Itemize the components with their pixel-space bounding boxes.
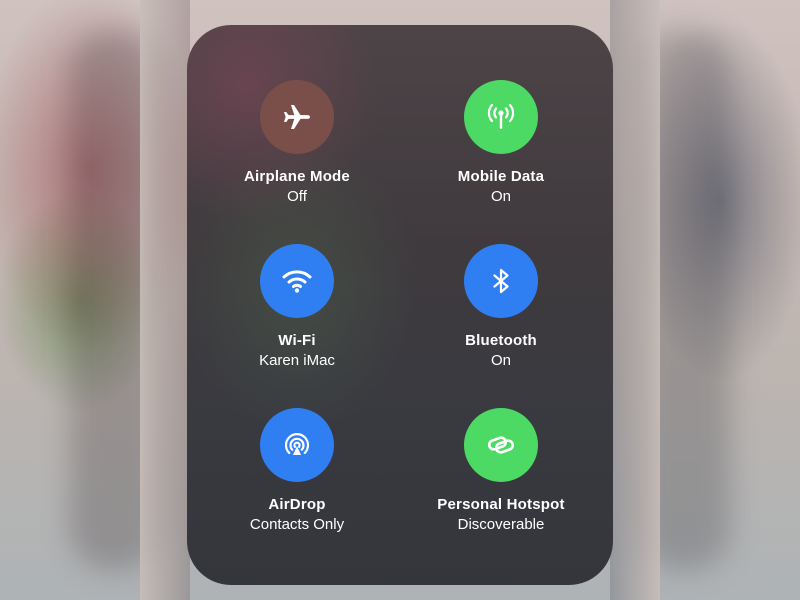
wifi-icon xyxy=(279,263,315,299)
airplane-mode-tile: Airplane Mode Off xyxy=(212,80,382,206)
wifi-tile: Wi-Fi Karen iMac xyxy=(212,244,382,370)
airplane-mode-button[interactable] xyxy=(260,80,334,154)
airplane-mode-label: Airplane Mode xyxy=(244,168,350,185)
mobile-data-status: On xyxy=(490,188,511,205)
bluetooth-label: Bluetooth xyxy=(465,332,537,349)
bluetooth-status: On xyxy=(490,352,511,369)
mobile-data-label: Mobile Data xyxy=(457,168,545,185)
wifi-button[interactable] xyxy=(260,244,334,318)
airdrop-tile: AirDrop Contacts Only xyxy=(212,408,382,534)
blurred-edge-right xyxy=(610,0,660,600)
airdrop-status: Contacts Only xyxy=(249,516,345,533)
mobile-data-tile: Mobile Data On xyxy=(416,80,586,206)
blurred-edge-left xyxy=(140,0,190,600)
antenna-icon xyxy=(483,99,519,135)
bluetooth-button[interactable] xyxy=(464,244,538,318)
screen-background: Airplane Mode Off Mobile Data On Wi-Fi K… xyxy=(0,0,800,600)
hotspot-link-icon xyxy=(483,427,519,463)
airplane-icon xyxy=(281,101,313,133)
wifi-label: Wi-Fi xyxy=(278,332,316,349)
personal-hotspot-button[interactable] xyxy=(464,408,538,482)
airdrop-icon xyxy=(279,427,315,463)
airdrop-button[interactable] xyxy=(260,408,334,482)
airplane-mode-status: Off xyxy=(287,188,307,205)
wifi-status: Karen iMac xyxy=(259,352,335,369)
personal-hotspot-label: Personal Hotspot xyxy=(437,496,565,513)
personal-hotspot-status: Discoverable xyxy=(457,516,545,533)
airdrop-label: AirDrop xyxy=(268,496,326,513)
connectivity-panel: Airplane Mode Off Mobile Data On Wi-Fi K… xyxy=(187,25,613,585)
mobile-data-button[interactable] xyxy=(464,80,538,154)
bluetooth-tile: Bluetooth On xyxy=(416,244,586,370)
personal-hotspot-tile: Personal Hotspot Discoverable xyxy=(416,408,586,534)
bluetooth-icon xyxy=(485,265,517,297)
